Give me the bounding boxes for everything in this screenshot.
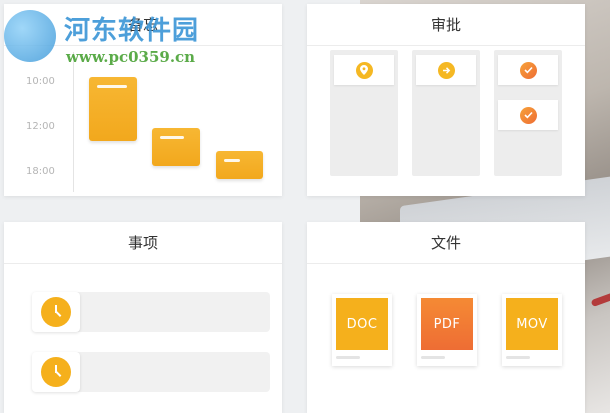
location-icon xyxy=(355,61,373,79)
file-label: PDF xyxy=(421,298,473,350)
approval-tile[interactable] xyxy=(334,55,394,85)
file-pdf[interactable]: PDF xyxy=(417,294,477,366)
watermark-title: 河东软件园 xyxy=(64,16,200,46)
file-mov[interactable]: MOV xyxy=(502,294,562,366)
schedule-event[interactable] xyxy=(89,77,137,141)
schedule-event[interactable] xyxy=(152,128,200,166)
files-card-title: 文件 xyxy=(307,222,585,264)
watermark-logo-icon xyxy=(4,10,56,62)
time-label: 10:00 xyxy=(26,76,55,87)
approval-card[interactable]: 审批 xyxy=(307,4,585,196)
items-card[interactable]: 事项 xyxy=(4,222,282,413)
list-item[interactable] xyxy=(32,352,270,392)
file-doc[interactable]: DOC xyxy=(332,294,392,366)
clock-icon xyxy=(41,297,71,327)
files-card[interactable]: 文件 DOC PDF MOV xyxy=(307,222,585,413)
time-label: 18:00 xyxy=(26,166,55,177)
watermark-url: www.pc0359.cn xyxy=(66,48,196,66)
approval-tile[interactable] xyxy=(498,55,558,85)
clock-badge xyxy=(32,352,80,392)
check-icon xyxy=(519,106,537,124)
file-caption-line xyxy=(506,356,530,359)
clock-icon xyxy=(41,357,71,387)
approval-column xyxy=(412,50,480,176)
file-label: DOC xyxy=(336,298,388,350)
pen-image xyxy=(590,279,610,308)
file-label: MOV xyxy=(506,298,558,350)
timeline-line xyxy=(73,52,74,192)
file-caption-line xyxy=(421,356,445,359)
time-label: 12:00 xyxy=(26,121,55,132)
approval-tile[interactable] xyxy=(498,100,558,130)
list-item[interactable] xyxy=(32,292,270,332)
approval-tile[interactable] xyxy=(416,55,476,85)
clock-badge xyxy=(32,292,80,332)
watermark: 河东软件园 www.pc0359.cn xyxy=(4,6,214,68)
items-card-title: 事项 xyxy=(4,222,282,264)
event-bar xyxy=(224,159,240,162)
approval-column xyxy=(494,50,562,176)
schedule-event[interactable] xyxy=(216,151,263,179)
event-bar xyxy=(160,136,184,139)
check-icon xyxy=(519,61,537,79)
arrow-right-icon xyxy=(437,61,455,79)
approval-column xyxy=(330,50,398,176)
event-bar xyxy=(97,85,127,88)
approval-card-title: 审批 xyxy=(307,4,585,46)
file-caption-line xyxy=(336,356,360,359)
